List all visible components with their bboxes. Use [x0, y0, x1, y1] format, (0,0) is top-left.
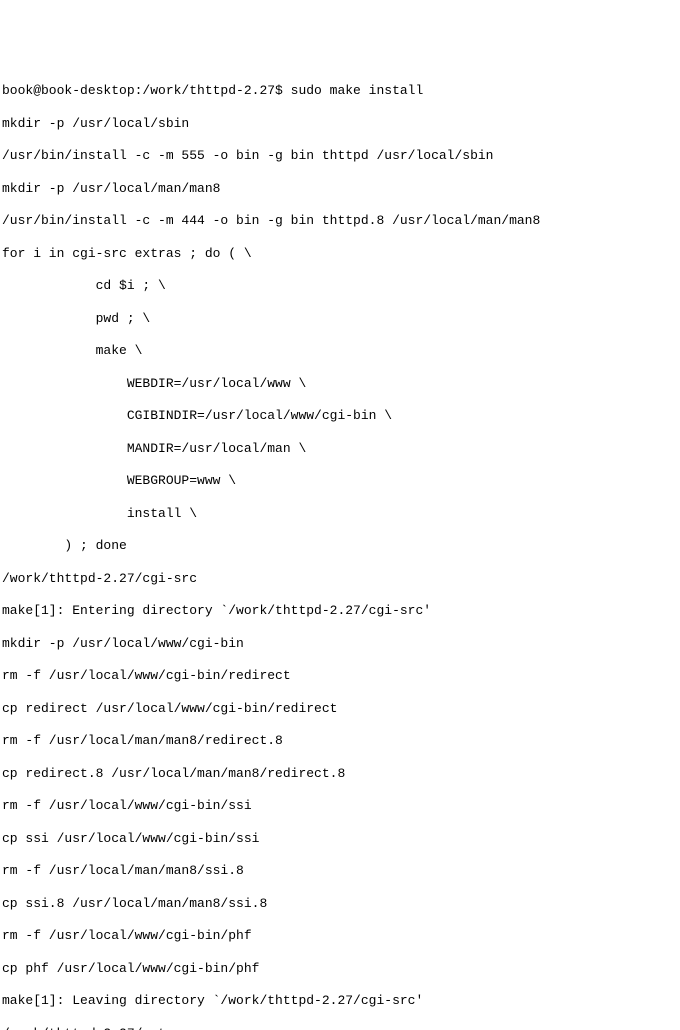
terminal-line: cp phf /usr/local/www/cgi-bin/phf — [2, 961, 678, 977]
terminal-line: pwd ; \ — [2, 311, 678, 327]
terminal-line: rm -f /usr/local/www/cgi-bin/redirect — [2, 668, 678, 684]
terminal-line: ) ; done — [2, 538, 678, 554]
terminal-line: /usr/bin/install -c -m 555 -o bin -g bin… — [2, 148, 678, 164]
terminal-line: rm -f /usr/local/www/cgi-bin/ssi — [2, 798, 678, 814]
terminal-line: make[1]: Leaving directory `/work/thttpd… — [2, 993, 678, 1009]
terminal-line: cd $i ; \ — [2, 278, 678, 294]
terminal-line: cp redirect.8 /usr/local/man/man8/redire… — [2, 766, 678, 782]
terminal-line: /work/thttpd-2.27/extras — [2, 1026, 678, 1030]
terminal-line: install \ — [2, 506, 678, 522]
terminal-line: mkdir -p /usr/local/sbin — [2, 116, 678, 132]
terminal-line: make[1]: Entering directory `/work/thttp… — [2, 603, 678, 619]
terminal-line: mkdir -p /usr/local/www/cgi-bin — [2, 636, 678, 652]
terminal-line: CGIBINDIR=/usr/local/www/cgi-bin \ — [2, 408, 678, 424]
terminal-line: rm -f /usr/local/www/cgi-bin/phf — [2, 928, 678, 944]
terminal-line: /work/thttpd-2.27/cgi-src — [2, 571, 678, 587]
terminal-line: cp redirect /usr/local/www/cgi-bin/redir… — [2, 701, 678, 717]
terminal-line: WEBGROUP=www \ — [2, 473, 678, 489]
terminal-line: MANDIR=/usr/local/man \ — [2, 441, 678, 457]
terminal-line: WEBDIR=/usr/local/www \ — [2, 376, 678, 392]
terminal-line: rm -f /usr/local/man/man8/ssi.8 — [2, 863, 678, 879]
terminal-line: mkdir -p /usr/local/man/man8 — [2, 181, 678, 197]
terminal-line: cp ssi /usr/local/www/cgi-bin/ssi — [2, 831, 678, 847]
terminal-line: /usr/bin/install -c -m 444 -o bin -g bin… — [2, 213, 678, 229]
terminal-line: for i in cgi-src extras ; do ( \ — [2, 246, 678, 262]
terminal-output: book@book-desktop:/work/thttpd-2.27$ sud… — [2, 67, 678, 1030]
terminal-line: make \ — [2, 343, 678, 359]
terminal-line: cp ssi.8 /usr/local/man/man8/ssi.8 — [2, 896, 678, 912]
terminal-line: rm -f /usr/local/man/man8/redirect.8 — [2, 733, 678, 749]
terminal-line: book@book-desktop:/work/thttpd-2.27$ sud… — [2, 83, 678, 99]
